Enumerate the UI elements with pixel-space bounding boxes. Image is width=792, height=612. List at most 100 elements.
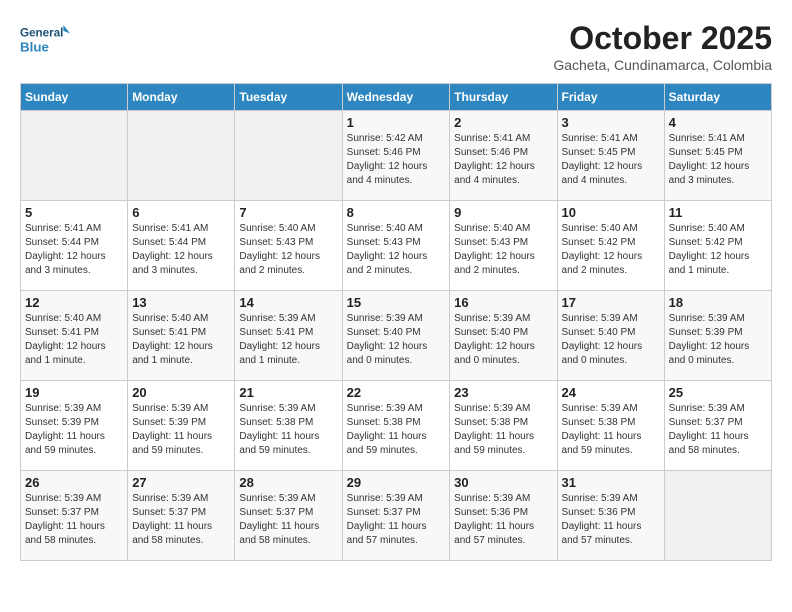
day-info: Sunrise: 5:40 AM Sunset: 5:43 PM Dayligh…	[347, 222, 446, 278]
day-number: 1	[347, 115, 446, 130]
day-number: 26	[25, 475, 123, 490]
logo-svg: General Blue	[20, 20, 70, 60]
calendar-week-row: 1 Sunrise: 5:42 AM Sunset: 5:46 PM Daylig…	[21, 111, 772, 201]
day-number: 17	[562, 295, 660, 310]
calendar-cell: 11 Sunrise: 5:40 AM Sunset: 5:42 PM Dayli…	[664, 201, 771, 291]
day-number: 13	[132, 295, 230, 310]
calendar-cell: 6Sunrise: 5:41 AM Sunset: 5:44 PM Daylig…	[128, 201, 235, 291]
day-info: Sunrise: 5:41 AM Sunset: 5:45 PM Dayligh…	[669, 132, 767, 188]
day-info: Sunrise: 5:39 AM Sunset: 5:39 PM Dayligh…	[132, 402, 230, 458]
day-number: 8	[347, 205, 446, 220]
day-info: Sunrise: 5:39 AM Sunset: 5:40 PM Dayligh…	[562, 312, 660, 368]
svg-text:General: General	[20, 27, 63, 40]
header-cell: Tuesday	[235, 84, 342, 111]
day-info: Sunrise: 5:41 AM Sunset: 5:44 PM Dayligh…	[25, 222, 123, 278]
calendar-cell: 18Sunrise: 5:39 AM Sunset: 5:39 PM Dayli…	[664, 291, 771, 381]
main-title: October 2025	[553, 20, 772, 57]
day-info: Sunrise: 5:39 AM Sunset: 5:37 PM Dayligh…	[132, 492, 230, 548]
day-number: 20	[132, 385, 230, 400]
header-cell: Monday	[128, 84, 235, 111]
day-info: Sunrise: 5:39 AM Sunset: 5:38 PM Dayligh…	[347, 402, 446, 458]
day-number: 24	[562, 385, 660, 400]
day-info: Sunrise: 5:39 AM Sunset: 5:38 PM Dayligh…	[562, 402, 660, 458]
calendar-cell: 4 Sunrise: 5:41 AM Sunset: 5:45 PM Daylig…	[664, 111, 771, 201]
day-number: 31	[562, 475, 660, 490]
calendar-cell: 29Sunrise: 5:39 AM Sunset: 5:37 PM Dayli…	[342, 471, 450, 561]
subtitle: Gacheta, Cundinamarca, Colombia	[553, 57, 772, 73]
calendar-cell: 16 Sunrise: 5:39 AM Sunset: 5:40 PM Dayli…	[450, 291, 557, 381]
day-info: Sunrise: 5:39 AM Sunset: 5:40 PM Dayligh…	[454, 312, 552, 368]
day-number: 16	[454, 295, 552, 310]
day-number: 14	[239, 295, 337, 310]
day-info: Sunrise: 5:39 AM Sunset: 5:36 PM Dayligh…	[562, 492, 660, 548]
day-info: Sunrise: 5:39 AM Sunset: 5:37 PM Dayligh…	[25, 492, 123, 548]
calendar-cell: 9 Sunrise: 5:40 AM Sunset: 5:43 PM Daylig…	[450, 201, 557, 291]
day-number: 15	[347, 295, 446, 310]
calendar-cell	[21, 111, 128, 201]
header-cell: Saturday	[664, 84, 771, 111]
calendar-cell: 8 Sunrise: 5:40 AM Sunset: 5:43 PM Daylig…	[342, 201, 450, 291]
day-number: 5	[25, 205, 123, 220]
day-info: Sunrise: 5:40 AM Sunset: 5:41 PM Dayligh…	[132, 312, 230, 368]
day-info: Sunrise: 5:39 AM Sunset: 5:38 PM Dayligh…	[454, 402, 552, 458]
day-info: Sunrise: 5:40 AM Sunset: 5:43 PM Dayligh…	[239, 222, 337, 278]
day-info: Sunrise: 5:39 AM Sunset: 5:38 PM Dayligh…	[239, 402, 337, 458]
day-number: 27	[132, 475, 230, 490]
day-number: 11	[669, 205, 767, 220]
calendar-cell: 12Sunrise: 5:40 AM Sunset: 5:41 PM Dayli…	[21, 291, 128, 381]
header-row: SundayMondayTuesdayWednesdayThursdayFrid…	[21, 84, 772, 111]
calendar-cell: 19Sunrise: 5:39 AM Sunset: 5:39 PM Dayli…	[21, 381, 128, 471]
day-number: 4	[669, 115, 767, 130]
calendar-cell: 2 Sunrise: 5:41 AM Sunset: 5:46 PM Daylig…	[450, 111, 557, 201]
calendar-cell: 1 Sunrise: 5:42 AM Sunset: 5:46 PM Daylig…	[342, 111, 450, 201]
day-info: Sunrise: 5:39 AM Sunset: 5:41 PM Dayligh…	[239, 312, 337, 368]
day-info: Sunrise: 5:39 AM Sunset: 5:37 PM Dayligh…	[239, 492, 337, 548]
calendar-cell	[128, 111, 235, 201]
header-cell: Sunday	[21, 84, 128, 111]
calendar-cell: 20 Sunrise: 5:39 AM Sunset: 5:39 PM Dayli…	[128, 381, 235, 471]
calendar-cell: 17 Sunrise: 5:39 AM Sunset: 5:40 PM Dayli…	[557, 291, 664, 381]
calendar-cell: 7 Sunrise: 5:40 AM Sunset: 5:43 PM Daylig…	[235, 201, 342, 291]
calendar-header: SundayMondayTuesdayWednesdayThursdayFrid…	[21, 84, 772, 111]
day-number: 2	[454, 115, 552, 130]
calendar-cell: 28Sunrise: 5:39 AM Sunset: 5:37 PM Dayli…	[235, 471, 342, 561]
calendar-cell: 24 Sunrise: 5:39 AM Sunset: 5:38 PM Dayli…	[557, 381, 664, 471]
logo: General Blue	[20, 20, 70, 60]
day-info: Sunrise: 5:41 AM Sunset: 5:46 PM Dayligh…	[454, 132, 552, 188]
day-number: 21	[239, 385, 337, 400]
day-info: Sunrise: 5:39 AM Sunset: 5:40 PM Dayligh…	[347, 312, 446, 368]
day-info: Sunrise: 5:40 AM Sunset: 5:41 PM Dayligh…	[25, 312, 123, 368]
day-number: 7	[239, 205, 337, 220]
header-cell: Wednesday	[342, 84, 450, 111]
calendar-cell: 27 Sunrise: 5:39 AM Sunset: 5:37 PM Dayli…	[128, 471, 235, 561]
day-info: Sunrise: 5:40 AM Sunset: 5:42 PM Dayligh…	[562, 222, 660, 278]
day-number: 22	[347, 385, 446, 400]
day-info: Sunrise: 5:41 AM Sunset: 5:45 PM Dayligh…	[562, 132, 660, 188]
day-number: 25	[669, 385, 767, 400]
calendar-cell	[235, 111, 342, 201]
calendar-week-row: 19Sunrise: 5:39 AM Sunset: 5:39 PM Dayli…	[21, 381, 772, 471]
day-number: 6	[132, 205, 230, 220]
header-cell: Thursday	[450, 84, 557, 111]
calendar-cell: 13 Sunrise: 5:40 AM Sunset: 5:41 PM Dayli…	[128, 291, 235, 381]
day-number: 30	[454, 475, 552, 490]
calendar-body: 1 Sunrise: 5:42 AM Sunset: 5:46 PM Daylig…	[21, 111, 772, 561]
title-area: October 2025 Gacheta, Cundinamarca, Colo…	[553, 20, 772, 73]
day-info: Sunrise: 5:39 AM Sunset: 5:37 PM Dayligh…	[669, 402, 767, 458]
day-number: 3	[562, 115, 660, 130]
day-info: Sunrise: 5:40 AM Sunset: 5:43 PM Dayligh…	[454, 222, 552, 278]
day-info: Sunrise: 5:42 AM Sunset: 5:46 PM Dayligh…	[347, 132, 446, 188]
calendar-cell: 25 Sunrise: 5:39 AM Sunset: 5:37 PM Dayli…	[664, 381, 771, 471]
calendar-week-row: 5 Sunrise: 5:41 AM Sunset: 5:44 PM Daylig…	[21, 201, 772, 291]
calendar-cell: 31 Sunrise: 5:39 AM Sunset: 5:36 PM Dayli…	[557, 471, 664, 561]
calendar-cell: 14 Sunrise: 5:39 AM Sunset: 5:41 PM Dayli…	[235, 291, 342, 381]
calendar-cell: 3 Sunrise: 5:41 AM Sunset: 5:45 PM Daylig…	[557, 111, 664, 201]
day-number: 9	[454, 205, 552, 220]
day-info: Sunrise: 5:40 AM Sunset: 5:42 PM Dayligh…	[669, 222, 767, 278]
calendar-cell: 22 Sunrise: 5:39 AM Sunset: 5:38 PM Dayli…	[342, 381, 450, 471]
calendar-week-row: 26 Sunrise: 5:39 AM Sunset: 5:37 PM Dayli…	[21, 471, 772, 561]
day-number: 23	[454, 385, 552, 400]
day-info: Sunrise: 5:39 AM Sunset: 5:36 PM Dayligh…	[454, 492, 552, 548]
calendar-table: SundayMondayTuesdayWednesdayThursdayFrid…	[20, 83, 772, 561]
calendar-week-row: 12Sunrise: 5:40 AM Sunset: 5:41 PM Dayli…	[21, 291, 772, 381]
